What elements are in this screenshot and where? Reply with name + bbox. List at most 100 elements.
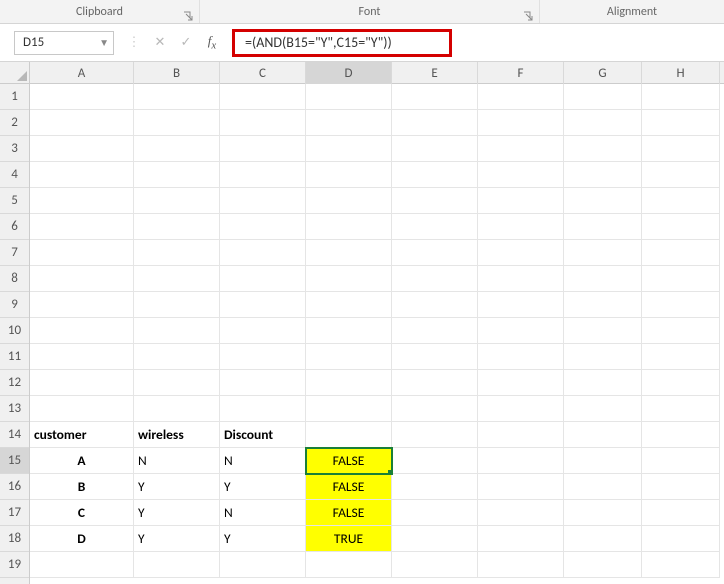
chevron-down-icon[interactable]: ▼ <box>99 36 109 49</box>
cell-B6[interactable] <box>134 214 220 240</box>
column-header-F[interactable]: F <box>478 62 564 84</box>
cell-D14[interactable] <box>306 422 392 448</box>
cell-G14[interactable] <box>564 422 642 448</box>
cell-H18[interactable] <box>642 526 720 552</box>
cell-A11[interactable] <box>30 344 134 370</box>
cell-D5[interactable] <box>306 188 392 214</box>
cell-B15[interactable]: N <box>134 448 220 474</box>
cell-D6[interactable] <box>306 214 392 240</box>
cell-B10[interactable] <box>134 318 220 344</box>
cell-F17[interactable] <box>478 500 564 526</box>
cell-D2[interactable] <box>306 110 392 136</box>
cell-E2[interactable] <box>392 110 478 136</box>
column-header-H[interactable]: H <box>642 62 720 84</box>
cell-D4[interactable] <box>306 162 392 188</box>
cell-A12[interactable] <box>30 370 134 396</box>
cell-F12[interactable] <box>478 370 564 396</box>
cell-C1[interactable] <box>220 84 306 110</box>
cell-A13[interactable] <box>30 396 134 422</box>
cell-H1[interactable] <box>642 84 720 110</box>
cell-E12[interactable] <box>392 370 478 396</box>
cell-H5[interactable] <box>642 188 720 214</box>
cell-A6[interactable] <box>30 214 134 240</box>
row-header-16[interactable]: 16 <box>0 474 29 500</box>
cell-G8[interactable] <box>564 266 642 292</box>
cell-A19[interactable] <box>30 552 134 578</box>
cell-F16[interactable] <box>478 474 564 500</box>
cell-H10[interactable] <box>642 318 720 344</box>
cell-G10[interactable] <box>564 318 642 344</box>
cell-A10[interactable] <box>30 318 134 344</box>
cell-H15[interactable] <box>642 448 720 474</box>
select-all-corner[interactable] <box>0 62 30 84</box>
cell-B4[interactable] <box>134 162 220 188</box>
cell-D3[interactable] <box>306 136 392 162</box>
cell-A9[interactable] <box>30 292 134 318</box>
cell-C5[interactable] <box>220 188 306 214</box>
cell-H19[interactable] <box>642 552 720 578</box>
cell-C3[interactable] <box>220 136 306 162</box>
row-header-11[interactable]: 11 <box>0 344 29 370</box>
row-header-13[interactable]: 13 <box>0 396 29 422</box>
row-header-12[interactable]: 12 <box>0 370 29 396</box>
row-header-18[interactable]: 18 <box>0 526 29 552</box>
name-box[interactable]: D15 ▼ <box>14 31 114 55</box>
cell-A3[interactable] <box>30 136 134 162</box>
cell-E5[interactable] <box>392 188 478 214</box>
cell-H4[interactable] <box>642 162 720 188</box>
cell-C18[interactable]: Y <box>220 526 306 552</box>
cell-E19[interactable] <box>392 552 478 578</box>
cell-A18[interactable]: D <box>30 526 134 552</box>
cell-D12[interactable] <box>306 370 392 396</box>
row-header-14[interactable]: 14 <box>0 422 29 448</box>
cell-G7[interactable] <box>564 240 642 266</box>
row-header-9[interactable]: 9 <box>0 292 29 318</box>
dialog-launcher-icon[interactable] <box>523 11 533 21</box>
cell-F19[interactable] <box>478 552 564 578</box>
cell-B14[interactable]: wireless <box>134 422 220 448</box>
row-header-8[interactable]: 8 <box>0 266 29 292</box>
cells-area[interactable]: customerwirelessDiscountANNFALSEBYYFALSE… <box>30 84 724 584</box>
row-header-1[interactable]: 1 <box>0 84 29 110</box>
cell-F8[interactable] <box>478 266 564 292</box>
cell-C16[interactable]: Y <box>220 474 306 500</box>
cell-A1[interactable] <box>30 84 134 110</box>
cell-F14[interactable] <box>478 422 564 448</box>
cell-G16[interactable] <box>564 474 642 500</box>
cell-G13[interactable] <box>564 396 642 422</box>
cell-D19[interactable] <box>306 552 392 578</box>
cell-B17[interactable]: Y <box>134 500 220 526</box>
cell-F7[interactable] <box>478 240 564 266</box>
cell-G18[interactable] <box>564 526 642 552</box>
cell-A5[interactable] <box>30 188 134 214</box>
cell-C6[interactable] <box>220 214 306 240</box>
cell-F2[interactable] <box>478 110 564 136</box>
cell-H11[interactable] <box>642 344 720 370</box>
cell-E11[interactable] <box>392 344 478 370</box>
cell-E18[interactable] <box>392 526 478 552</box>
cell-E17[interactable] <box>392 500 478 526</box>
cell-E6[interactable] <box>392 214 478 240</box>
cell-C11[interactable] <box>220 344 306 370</box>
cell-C17[interactable]: N <box>220 500 306 526</box>
cell-A16[interactable]: B <box>30 474 134 500</box>
cell-C12[interactable] <box>220 370 306 396</box>
cell-E13[interactable] <box>392 396 478 422</box>
fx-icon[interactable]: fx <box>204 33 220 52</box>
cell-B16[interactable]: Y <box>134 474 220 500</box>
enter-icon[interactable]: ✓ <box>178 35 194 50</box>
row-header-2[interactable]: 2 <box>0 110 29 136</box>
cell-A7[interactable] <box>30 240 134 266</box>
cell-C7[interactable] <box>220 240 306 266</box>
cell-E10[interactable] <box>392 318 478 344</box>
cell-G3[interactable] <box>564 136 642 162</box>
cell-B9[interactable] <box>134 292 220 318</box>
column-header-E[interactable]: E <box>392 62 478 84</box>
cell-G12[interactable] <box>564 370 642 396</box>
cell-D7[interactable] <box>306 240 392 266</box>
cell-A4[interactable] <box>30 162 134 188</box>
dialog-launcher-icon[interactable] <box>183 11 193 21</box>
cell-B12[interactable] <box>134 370 220 396</box>
cell-H7[interactable] <box>642 240 720 266</box>
column-header-D[interactable]: D <box>306 62 392 84</box>
